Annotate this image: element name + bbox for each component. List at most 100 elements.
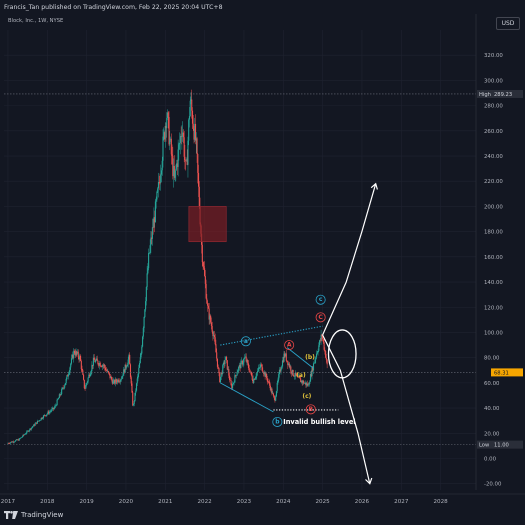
candle-body xyxy=(323,342,325,350)
candle-body xyxy=(213,335,215,338)
candle-body xyxy=(197,154,199,173)
candle-body xyxy=(45,414,48,416)
x-tick-label: 2018 xyxy=(40,499,55,505)
candle-body xyxy=(207,303,209,306)
candle-body xyxy=(142,328,144,337)
candle-body xyxy=(53,408,55,410)
candle-body xyxy=(251,375,253,380)
candle-body xyxy=(259,367,261,369)
candle-body xyxy=(73,350,76,354)
y-tick-label: 200.00 xyxy=(484,204,503,210)
candle-body xyxy=(189,100,191,117)
grid-lines xyxy=(0,0,525,525)
candle-body xyxy=(187,140,189,165)
candle-body xyxy=(188,116,191,120)
candle-body xyxy=(60,394,62,396)
candle-body xyxy=(224,359,226,364)
candle-body xyxy=(254,377,256,380)
candle-body xyxy=(58,398,60,400)
brand-label: TradingView xyxy=(21,511,64,519)
candle-body xyxy=(184,156,186,161)
candle-body xyxy=(210,315,212,323)
y-tick-label: 80.00 xyxy=(484,356,500,362)
candle-body xyxy=(324,349,326,351)
candle-body xyxy=(280,369,282,372)
candle-body xyxy=(97,360,99,365)
candle-body xyxy=(63,387,65,389)
symbol-line: Block, Inc., 1W, NYSE xyxy=(8,18,63,24)
candle-body xyxy=(39,419,42,421)
y-tick-label: 140.00 xyxy=(484,280,503,286)
candle-body xyxy=(225,356,228,361)
candle-body xyxy=(132,392,134,406)
wave-label-c: c xyxy=(319,296,323,303)
candle-body xyxy=(89,373,91,377)
candle-body xyxy=(19,438,21,439)
wave-label-(b): (b) xyxy=(305,354,315,361)
y-tick-label: 260.00 xyxy=(484,129,503,135)
last-price-tag-value: 68.31 xyxy=(494,370,509,376)
y-tick-label: 120.00 xyxy=(484,305,503,311)
y-tick-label: 320.00 xyxy=(484,53,503,59)
candle-body xyxy=(48,411,51,414)
candle-body xyxy=(127,359,129,365)
x-tick-label: 2024 xyxy=(276,499,291,505)
low-tag-value: 11.00 xyxy=(494,443,509,449)
candle-body xyxy=(138,367,140,375)
candle-body xyxy=(315,357,317,360)
candle-body xyxy=(61,389,63,395)
candle-body xyxy=(204,268,206,277)
candle-body xyxy=(312,363,315,371)
candle-body xyxy=(146,273,148,287)
candle-body xyxy=(255,376,257,378)
y-tick-label: 280.00 xyxy=(484,104,503,110)
candle-body xyxy=(281,366,283,370)
candle-body xyxy=(278,374,280,380)
candle-body xyxy=(83,379,85,389)
candle-body xyxy=(144,309,146,318)
price-chart[interactable]: Invalid bullish level -20.00 0.00 20.00 40.… xyxy=(0,0,525,525)
candle-body xyxy=(70,363,72,368)
candle-body xyxy=(85,384,87,389)
candle-body xyxy=(120,379,122,382)
candle-body xyxy=(8,443,10,444)
candle-body xyxy=(229,375,231,380)
candle-body xyxy=(111,376,113,380)
candle-body xyxy=(134,392,136,401)
candle-body xyxy=(276,382,278,392)
candle-body xyxy=(315,353,318,358)
supply-zone-box xyxy=(188,206,227,243)
candle-body xyxy=(238,366,240,371)
currency-label[interactable]: USD xyxy=(496,17,520,30)
candle-body xyxy=(142,336,144,347)
candle-body xyxy=(266,378,268,382)
candle-body xyxy=(210,322,212,326)
candle-body xyxy=(79,355,82,361)
candle-body xyxy=(216,358,219,367)
candle-body xyxy=(256,373,258,377)
candle-body xyxy=(272,393,274,396)
y-tick-label: 180.00 xyxy=(484,230,503,236)
candle-body xyxy=(217,366,219,369)
candle-body xyxy=(271,388,273,394)
candle-body xyxy=(248,368,250,372)
candle-body xyxy=(201,244,203,263)
candle-body xyxy=(151,227,153,239)
candle-body xyxy=(156,191,158,200)
candle-body xyxy=(178,144,180,150)
candle-body xyxy=(54,406,56,409)
candle-body xyxy=(170,138,172,155)
candle-body xyxy=(179,142,181,145)
candle-body xyxy=(108,372,110,375)
candle-body xyxy=(157,188,159,192)
candle-body xyxy=(277,379,279,383)
candle-body xyxy=(81,369,83,371)
candle-body xyxy=(91,364,93,372)
candle-body xyxy=(148,252,150,254)
candle-body xyxy=(293,375,295,377)
candle-body xyxy=(51,409,53,411)
candle-body xyxy=(121,376,123,379)
candle-body xyxy=(160,174,162,183)
y-tick-label: 220.00 xyxy=(484,179,503,185)
candle-body xyxy=(219,376,222,383)
